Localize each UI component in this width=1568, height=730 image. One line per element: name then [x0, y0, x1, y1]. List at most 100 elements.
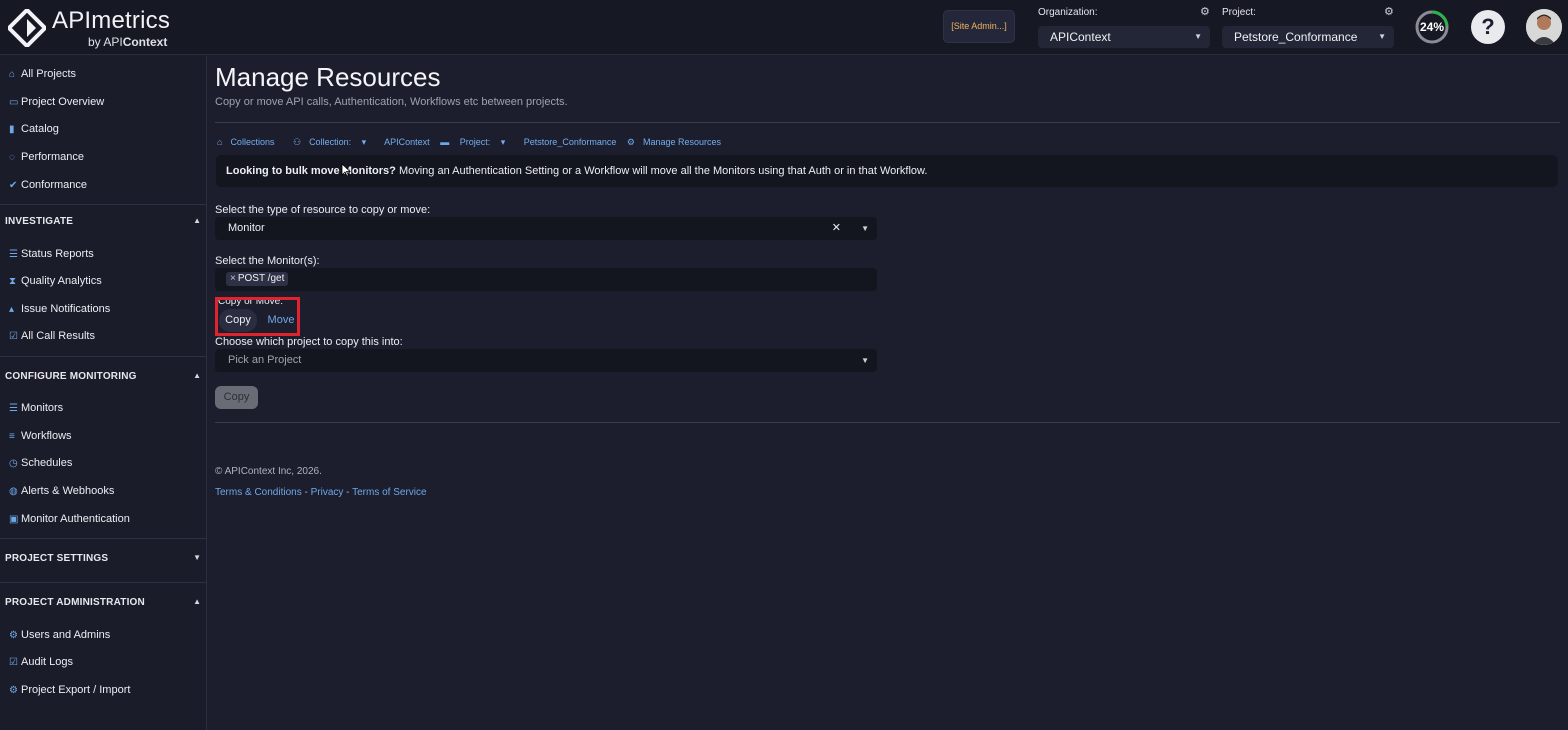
footer-divider	[215, 422, 1560, 423]
sidebar-divider	[0, 538, 207, 539]
sidebar-section-investigate[interactable]: INVESTIGATE ▲	[0, 210, 207, 234]
project-select[interactable]: Petstore_Conformance ▼	[1222, 26, 1394, 48]
info-box: Looking to bulk move Monitors? Moving an…	[216, 155, 1558, 187]
user-avatar-icon	[1526, 9, 1562, 45]
sidebar-item-project-overview[interactable]: ▭ Project Overview	[9, 96, 104, 108]
checkbox-icon: ☑	[9, 331, 18, 342]
monitors-label: Select the Monitor(s):	[215, 255, 320, 267]
check-icon: ✔	[9, 180, 18, 191]
project-settings-gear-icon[interactable]: ⚙	[1384, 5, 1394, 18]
sidebar-item-performance[interactable]: ◌ Performance	[9, 151, 84, 163]
dashboard-icon: ◌	[9, 152, 15, 163]
gear-icon: ⚙	[9, 630, 18, 641]
chevron-down-icon: ▾	[361, 137, 367, 147]
sidebar-item-monitor-authentication[interactable]: ▣ Monitor Authentication	[9, 513, 130, 525]
chevron-down-icon: ▾	[500, 137, 506, 147]
sidebar-item-status-reports[interactable]: ☰ Status Reports	[9, 248, 94, 260]
footer-copyright: © APIContext Inc, 2026.	[215, 466, 322, 477]
sidebar-item-audit-logs[interactable]: ☑ Audit Logs	[9, 656, 73, 668]
sidebar-item-alerts-webhooks[interactable]: ◍ Alerts & Webhooks	[9, 485, 114, 497]
header-divider	[215, 122, 1560, 123]
resource-type-value: Monitor	[228, 222, 265, 234]
page-title: Manage Resources	[215, 62, 441, 92]
folder-open-icon: ▭	[9, 97, 19, 108]
globe-icon: ◍	[9, 486, 18, 497]
sidebar-section-configure-monitoring[interactable]: CONFIGURE MONITORING ▲	[0, 365, 207, 389]
clock-icon: ◷	[9, 458, 18, 469]
sidebar-item-users-admins[interactable]: ⚙ Users and Admins	[9, 629, 110, 641]
footer-links: Terms & Conditions - Privacy - Terms of …	[215, 487, 427, 498]
sidebar-item-all-call-results[interactable]: ☑ All Call Results	[9, 330, 95, 342]
bell-icon: ▴	[9, 304, 15, 315]
target-project-select[interactable]: Pick an Project ▼	[215, 349, 877, 372]
top-bar: APImetrics by APIContext [Site Admin...]…	[0, 0, 1568, 55]
sidebar-divider	[0, 204, 207, 205]
resource-type-select[interactable]: Monitor ✕ ▼	[215, 217, 877, 240]
info-text: Moving an Authentication Setting or a Wo…	[395, 165, 928, 177]
collapse-arrow-icon: ▲	[193, 371, 201, 380]
sidebar: ⌂ All Projects ▭ Project Overview ▮ Catalog…	[0, 56, 207, 730]
breadcrumb-project-value[interactable]: Petstore_Conformance	[524, 137, 617, 147]
expand-arrow-icon: ▼	[193, 553, 201, 562]
sidebar-section-project-administration[interactable]: PROJECT ADMINISTRATION ▲	[0, 591, 207, 615]
remove-tag-icon[interactable]: ×	[230, 273, 236, 284]
organization-settings-gear-icon[interactable]: ⚙	[1200, 5, 1210, 18]
sidebar-section-project-settings[interactable]: PROJECT SETTINGS ▼	[0, 547, 207, 571]
target-project-label: Choose which project to copy this into:	[215, 336, 403, 348]
clear-icon[interactable]: ✕	[832, 217, 841, 240]
copy-submit-button[interactable]: Copy	[215, 386, 258, 409]
breadcrumb-collections[interactable]: ⌂ Collections	[217, 137, 282, 147]
sidebar-item-project-export-import[interactable]: ⚙ Project Export / Import	[9, 684, 130, 696]
hourglass-icon: ⧗	[9, 276, 17, 287]
gear-icon: ⚙	[9, 685, 18, 696]
sidebar-item-workflows[interactable]: ≡ Workflows	[9, 430, 72, 442]
folder-icon: ▬	[440, 137, 450, 147]
monitor-tag[interactable]: × POST /get	[226, 272, 289, 286]
book-icon: ▮	[9, 124, 15, 135]
info-bold: Looking to bulk move Monitors?	[226, 165, 396, 177]
breadcrumb-collection-value[interactable]: APIContext	[384, 137, 430, 147]
breadcrumb-current[interactable]: ⚙ Manage Resources	[627, 137, 729, 147]
highlight-box	[215, 297, 300, 336]
home-icon: ⌂	[9, 69, 16, 80]
collapse-arrow-icon: ▲	[193, 597, 201, 606]
chevron-down-icon: ▼	[1194, 32, 1202, 41]
sidebar-item-catalog[interactable]: ▮ Catalog	[9, 123, 59, 135]
mouse-cursor-icon	[341, 163, 351, 177]
breadcrumb-collection[interactable]: ⚇ Collection: ▾	[293, 137, 374, 147]
chevron-down-icon: ▼	[861, 224, 869, 233]
monitors-multiselect[interactable]	[215, 268, 877, 291]
help-button[interactable]: ?	[1471, 10, 1505, 44]
breadcrumb-project[interactable]: ▬ Project: ▾	[440, 137, 513, 147]
progress-percent: 24%	[1419, 20, 1445, 34]
privacy-link[interactable]: Privacy	[311, 487, 344, 498]
sidebar-item-all-projects[interactable]: ⌂ All Projects	[9, 68, 76, 80]
checkbox-icon: ☑	[9, 657, 18, 668]
brand-subtitle: by APIContext	[88, 35, 168, 49]
organization-select[interactable]: APIContext ▼	[1038, 26, 1210, 48]
apimetrics-logo-icon[interactable]	[8, 9, 46, 47]
sidebar-item-issue-notifications[interactable]: ▴ Issue Notifications	[9, 303, 110, 315]
chevron-down-icon: ▼	[861, 356, 869, 365]
sidebar-item-monitors[interactable]: ☰ Monitors	[9, 402, 63, 414]
gear-icon: ⚙	[626, 137, 635, 147]
site-admin-button[interactable]: [Site Admin...]	[943, 10, 1015, 43]
sidebar-item-quality-analytics[interactable]: ⧗ Quality Analytics	[9, 275, 102, 287]
sidebar-item-schedules[interactable]: ◷ Schedules	[9, 457, 72, 469]
terms-conditions-link[interactable]: Terms & Conditions	[215, 487, 302, 498]
organization-label: Organization:	[1038, 7, 1098, 18]
users-icon: ⚇	[292, 137, 302, 147]
page-subtitle: Copy or move API calls, Authentication, …	[215, 96, 568, 108]
list-icon: ☰	[9, 249, 18, 260]
sidebar-divider	[0, 582, 207, 583]
list-icon: ☰	[9, 403, 18, 414]
collapse-arrow-icon: ▲	[193, 216, 201, 225]
project-label: Project:	[1222, 7, 1256, 18]
project-value: Petstore_Conformance	[1234, 30, 1358, 44]
sidebar-item-conformance[interactable]: ✔ Conformance	[9, 179, 87, 191]
sidebar-divider	[0, 356, 207, 357]
stack-icon: ≡	[9, 431, 15, 442]
avatar[interactable]	[1526, 9, 1562, 45]
organization-value: APIContext	[1050, 30, 1111, 44]
terms-of-service-link[interactable]: Terms of Service	[352, 487, 426, 498]
